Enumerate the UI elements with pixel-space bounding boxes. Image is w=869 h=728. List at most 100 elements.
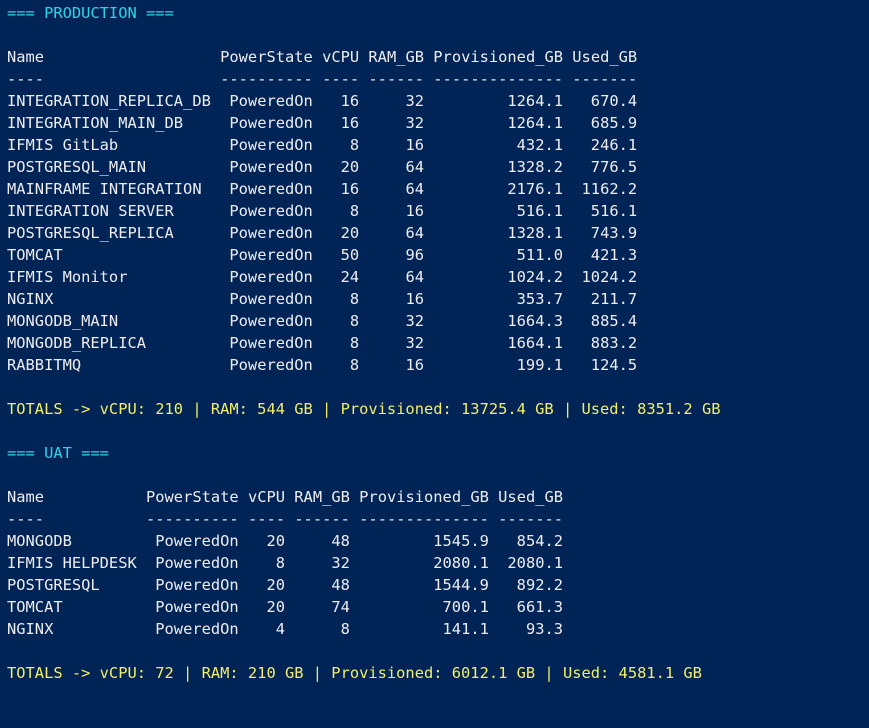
column-header-ram: RAM_GB	[368, 48, 425, 66]
cell-used: 854.2	[516, 532, 564, 550]
cell-power: PoweredOn	[229, 92, 313, 110]
cell-used: 661.3	[516, 598, 564, 616]
header-underline: ----	[7, 510, 45, 528]
table-row: MONGODB PoweredOn 20 48 1545.9 854.2	[7, 530, 869, 552]
cell-power: PoweredOn	[229, 268, 313, 286]
cell-name: POSTGRESQL	[7, 576, 100, 594]
cell-ram: 64	[405, 180, 424, 198]
cell-name: POSTGRESQL_MAIN	[7, 158, 146, 176]
column-header-name: Name	[7, 48, 45, 66]
cell-used: 211.7	[590, 290, 638, 308]
cell-power: PoweredOn	[229, 246, 313, 264]
cell-ram: 48	[331, 576, 350, 594]
column-header-power: PowerState	[220, 48, 313, 66]
header-underline: -------	[572, 70, 638, 88]
cell-ram: 16	[405, 202, 424, 220]
cell-ram: 16	[405, 290, 424, 308]
cell-ram: 96	[405, 246, 424, 264]
column-header-ram: RAM_GB	[294, 488, 350, 506]
cell-name: MONGODB	[7, 532, 72, 550]
cell-used: 883.2	[590, 334, 638, 352]
cell-name: MONGODB_MAIN	[7, 312, 119, 330]
cell-vcpu: 8	[349, 334, 360, 352]
cell-name: POSTGRESQL_REPLICA	[7, 224, 174, 242]
production-section-header: === PRODUCTION ===	[7, 4, 174, 22]
cell-prov: 2080.1	[433, 554, 489, 572]
cell-vcpu: 8	[349, 356, 360, 374]
cell-used: 743.9	[590, 224, 638, 242]
cell-prov: 516.1	[516, 202, 563, 220]
cell-used: 516.1	[590, 202, 638, 220]
cell-vcpu: 24	[340, 268, 360, 286]
cell-power: PoweredOn	[229, 136, 313, 154]
table-row: RABBITMQ PoweredOn 8 16 199.1 124.5	[7, 354, 869, 376]
cell-vcpu: 20	[266, 576, 285, 594]
uat-section-header: === UAT ===	[7, 444, 109, 462]
cell-prov: 1328.2	[507, 158, 563, 176]
table-header-row: Name PowerState vCPU RAM_GB Provisioned_…	[7, 486, 869, 508]
cell-name: NGINX	[7, 290, 54, 308]
header-underline: --------------	[433, 70, 564, 88]
cell-prov: 1264.1	[507, 92, 563, 110]
column-header-vcpu: vCPU	[247, 488, 286, 506]
cell-ram: 64	[405, 268, 424, 286]
cell-power: PoweredOn	[155, 554, 239, 572]
cell-prov: 141.1	[442, 620, 489, 638]
cell-power: PoweredOn	[155, 532, 239, 550]
cell-name: INTEGRATION_REPLICA_DB	[7, 92, 211, 110]
cell-vcpu: 8	[275, 554, 285, 572]
cell-vcpu: 8	[349, 202, 360, 220]
cell-prov: 1664.1	[507, 334, 563, 352]
cell-name: INTEGRATION SERVER	[7, 202, 174, 220]
table-row: NGINX PoweredOn 8 16 353.7 211.7	[7, 288, 869, 310]
cell-ram: 16	[405, 136, 424, 154]
cell-prov: 700.1	[442, 598, 489, 616]
table-header-underline: ---- ---------- ---- ------ ------------…	[7, 68, 869, 90]
cell-power: PoweredOn	[229, 114, 313, 132]
cell-used: 421.3	[590, 246, 638, 264]
production-totals: TOTALS -> vCPU: 210 | RAM: 544 GB | Prov…	[7, 400, 721, 418]
column-header-vcpu: vCPU	[322, 48, 360, 66]
cell-power: PoweredOn	[229, 356, 313, 374]
cell-vcpu: 20	[340, 224, 360, 242]
cell-ram: 32	[405, 92, 424, 110]
cell-vcpu: 16	[340, 114, 360, 132]
cell-used: 885.4	[590, 312, 638, 330]
cell-used: 246.1	[590, 136, 638, 154]
table-row: NGINX PoweredOn 4 8 141.1 93.3	[7, 618, 869, 640]
cell-prov: 1264.1	[507, 114, 563, 132]
cell-power: PoweredOn	[229, 202, 313, 220]
header-underline: ----------	[146, 510, 239, 528]
uat-table: Name PowerState vCPU RAM_GB Provisioned_…	[7, 486, 869, 640]
cell-prov: 1024.2	[507, 268, 563, 286]
cell-ram: 32	[405, 334, 424, 352]
column-header-used: Used_GB	[572, 48, 638, 66]
cell-prov: 353.7	[516, 290, 563, 308]
column-header-used: Used_GB	[498, 488, 564, 506]
table-row: POSTGRESQL_REPLICA PoweredOn 20 64 1328.…	[7, 222, 869, 244]
cell-used: 1162.2	[581, 180, 638, 198]
cell-used: 2080.1	[507, 554, 564, 572]
cell-name: TOMCAT	[7, 598, 63, 616]
column-header-name: Name	[7, 488, 45, 506]
terminal-window[interactable]: === PRODUCTION === Name PowerState vCPU …	[0, 0, 869, 728]
table-row: MONGODB_REPLICA PoweredOn 8 32 1664.1 88…	[7, 332, 869, 354]
cell-prov: 511.0	[516, 246, 563, 264]
cell-prov: 1328.1	[507, 224, 563, 242]
column-header-prov: Provisioned_GB	[359, 488, 489, 506]
cell-ram: 8	[340, 620, 350, 638]
cell-ram: 74	[331, 598, 350, 616]
cell-name: RABBITMQ	[7, 356, 82, 374]
cell-power: PoweredOn	[155, 576, 239, 594]
production-table: Name PowerState vCPU RAM_GB Provisioned_…	[7, 46, 869, 376]
cell-power: PoweredOn	[229, 224, 313, 242]
column-header-power: PowerState	[146, 488, 239, 506]
cell-ram: 16	[405, 356, 424, 374]
table-row: POSTGRESQL_MAIN PoweredOn 20 64 1328.2 7…	[7, 156, 869, 178]
cell-used: 1024.2	[581, 268, 638, 286]
cell-name: MAINFRAME INTEGRATION	[7, 180, 202, 198]
cell-prov: 1664.3	[507, 312, 563, 330]
